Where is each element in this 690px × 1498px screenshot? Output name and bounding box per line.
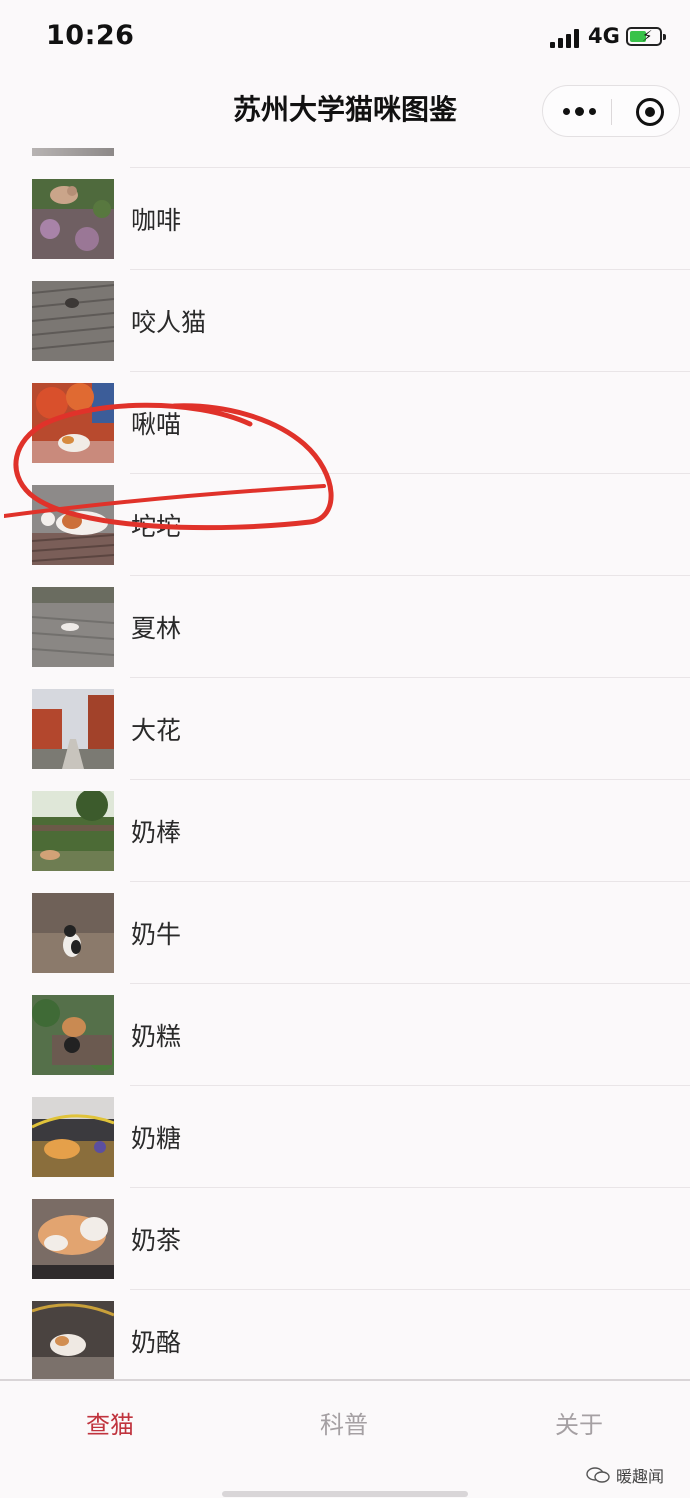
miniprogram-capsule (542, 85, 680, 137)
list-item[interactable]: 奶棒 (0, 780, 690, 882)
tab-find-cat[interactable]: 查猫 (86, 1405, 134, 1440)
cat-name: 奶牛 (131, 920, 182, 949)
cat-thumb (32, 485, 114, 565)
cat-name: 咬人猫 (131, 308, 207, 337)
cat-thumb (32, 281, 114, 361)
tab-bar: 查猫 科普 关于 暖趣闻 (0, 1379, 690, 1498)
list-item[interactable]: 奶茶 (0, 1188, 690, 1290)
cat-name: 啾喵 (131, 410, 182, 439)
list-item[interactable]: 奶糖 (0, 1086, 690, 1188)
tab-science[interactable]: 科普 (320, 1405, 368, 1440)
list-item[interactable]: 坨坨 (0, 474, 690, 576)
list-item[interactable]: 大花 (0, 678, 690, 780)
partial-thumb (32, 148, 114, 156)
watermark-text: 暖趣闻 (616, 1467, 665, 1486)
status-bar: 10:26 4G ⚡ (0, 0, 690, 78)
list-item[interactable]: 啾喵 (0, 372, 690, 474)
cat-thumb (32, 995, 114, 1075)
nav-bar: 苏州大学猫咪图鉴 (0, 78, 690, 148)
cat-thumb (32, 1097, 114, 1177)
list-item[interactable]: 奶牛 (0, 882, 690, 984)
cat-thumb (32, 689, 114, 769)
network-type: 4G (588, 24, 620, 48)
cat-name: 奶棒 (131, 818, 182, 847)
cat-thumb (32, 893, 114, 973)
cat-thumb (32, 791, 114, 871)
cat-thumb (32, 1301, 114, 1379)
battery-icon: ⚡ (626, 27, 666, 46)
home-indicator (222, 1491, 468, 1497)
list-item[interactable]: 咖啡 (0, 168, 690, 270)
cat-list[interactable]: 咖啡 咬人猫 啾喵 坨坨 夏林 大花 奶棒 奶牛 奶糕 奶糖 奶茶 奶酪 (0, 148, 690, 1379)
status-time: 10:26 (46, 20, 135, 51)
list-item[interactable]: 咬人猫 (0, 270, 690, 372)
cat-thumb (32, 179, 114, 259)
cat-name: 坨坨 (131, 512, 182, 541)
capsule-divider (611, 99, 612, 125)
cat-name: 奶糕 (131, 1022, 182, 1051)
cat-thumb (32, 383, 114, 463)
signal-icon (550, 28, 582, 48)
close-target-icon[interactable] (636, 98, 664, 126)
cat-name: 奶糖 (131, 1124, 182, 1153)
cat-thumb (32, 587, 114, 667)
cat-name: 夏林 (131, 614, 182, 643)
more-icon[interactable] (557, 94, 601, 128)
cat-thumb (32, 1199, 114, 1279)
cat-name: 大花 (131, 716, 182, 745)
list-item[interactable]: 奶糕 (0, 984, 690, 1086)
cat-name: 咖啡 (131, 206, 182, 235)
tab-about[interactable]: 关于 (555, 1405, 603, 1440)
wechat-icon (586, 1467, 610, 1483)
cat-name: 奶酪 (131, 1328, 182, 1357)
watermark: 暖趣闻 (586, 1463, 664, 1487)
list-item[interactable]: 奶酪 (0, 1290, 690, 1379)
list-item[interactable]: 夏林 (0, 576, 690, 678)
cat-name: 奶茶 (131, 1226, 182, 1255)
